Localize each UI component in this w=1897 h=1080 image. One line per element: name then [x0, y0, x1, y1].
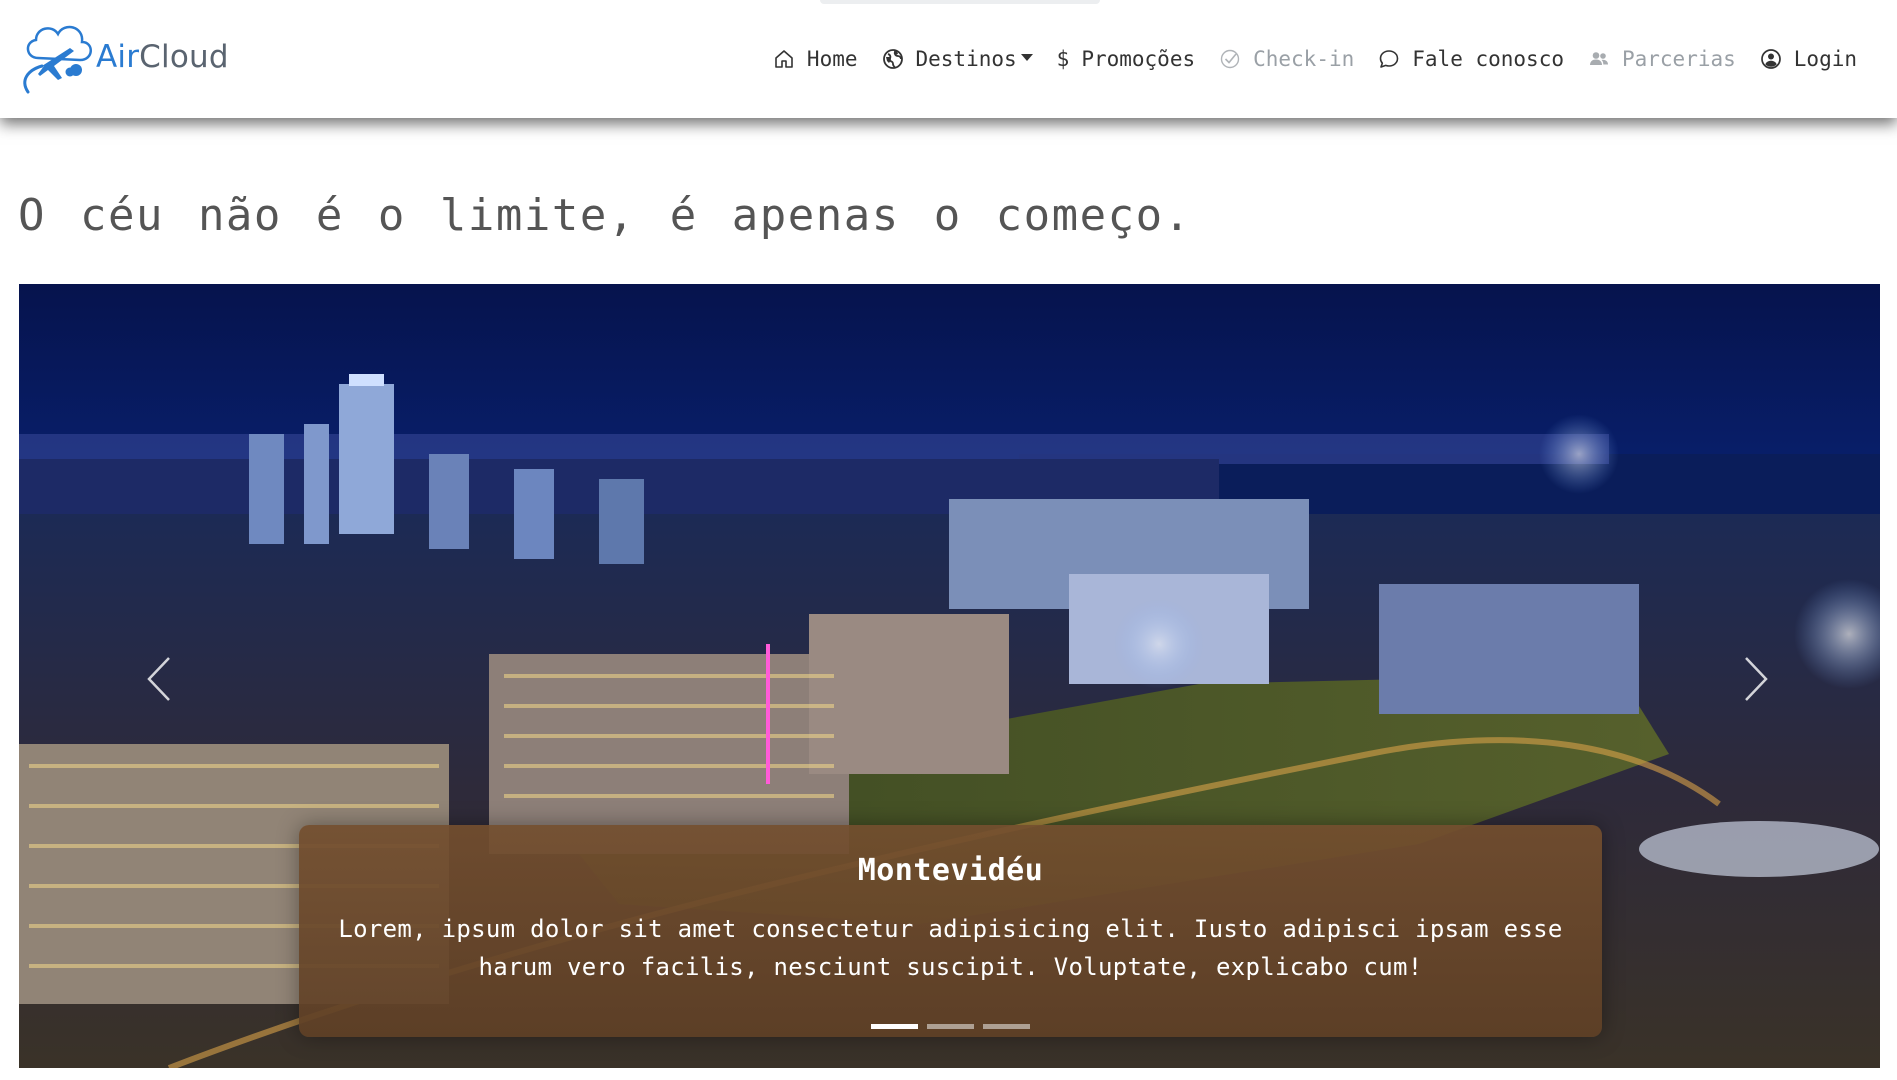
- carousel-indicator-1[interactable]: [871, 1024, 918, 1029]
- nav-item-login[interactable]: Login: [1748, 39, 1869, 79]
- plane-cloud-logo-icon: [23, 25, 92, 94]
- nav-item-label: Home: [806, 47, 858, 71]
- navbar: AirCloud Home Destinos $ Promoções Check…: [0, 0, 1897, 118]
- dollar-icon: $: [1056, 47, 1070, 71]
- nav-item-label: Fale conosco: [1412, 47, 1564, 71]
- chevron-down-icon: [1020, 53, 1033, 61]
- nav-item-label: Promoções: [1081, 47, 1196, 71]
- slide-title: Montevidéu: [857, 853, 1044, 888]
- user-circle-icon: [1760, 48, 1782, 70]
- nav-item-destinos[interactable]: Destinos: [870, 39, 1045, 79]
- chevron-right-icon: [1745, 657, 1768, 701]
- people-icon: [1588, 48, 1610, 70]
- carousel-indicators: [299, 1024, 1602, 1029]
- carousel-prev-button[interactable]: [124, 639, 194, 719]
- carousel-indicator-2[interactable]: [927, 1024, 974, 1029]
- carousel-indicator-3[interactable]: [983, 1024, 1030, 1029]
- chat-icon: [1378, 48, 1400, 70]
- carousel-caption: Montevidéu Lorem, ipsum dolor sit amet c…: [299, 825, 1602, 1037]
- nav-item-parcerias[interactable]: Parcerias: [1576, 39, 1748, 79]
- brand-name-cloud: Cloud: [139, 39, 229, 75]
- chevron-left-icon: [147, 657, 170, 701]
- nav-item-fale-conosco[interactable]: Fale conosco: [1366, 39, 1576, 79]
- nav-item-label: Parcerias: [1621, 47, 1736, 71]
- nav-item-promocoes[interactable]: $ Promoções: [1045, 39, 1207, 79]
- destinations-carousel: Montevidéu Lorem, ipsum dolor sit amet c…: [19, 284, 1880, 1068]
- nav-item-home[interactable]: Home: [761, 39, 870, 79]
- page-tagline: O céu não é o limite, é apenas o começo.: [18, 190, 1192, 241]
- brand-link[interactable]: AirCloud: [18, 20, 229, 98]
- globe-icon: [882, 48, 904, 70]
- brand-name-air: Air: [96, 39, 140, 75]
- home-icon: [773, 48, 795, 70]
- brand-name: AirCloud: [96, 39, 229, 75]
- nav-links: Home Destinos $ Promoções Check-in Fale …: [761, 0, 1869, 118]
- nav-item-check-in[interactable]: Check-in: [1207, 39, 1366, 79]
- nav-item-label: Destinos: [915, 47, 1017, 71]
- carousel-next-button[interactable]: [1721, 639, 1791, 719]
- check-circle-icon: [1219, 48, 1241, 70]
- nav-item-label: Login: [1793, 47, 1857, 71]
- nav-item-label: Check-in: [1253, 47, 1355, 71]
- slide-description: Lorem, ipsum dolor sit amet consectetur …: [338, 915, 1563, 981]
